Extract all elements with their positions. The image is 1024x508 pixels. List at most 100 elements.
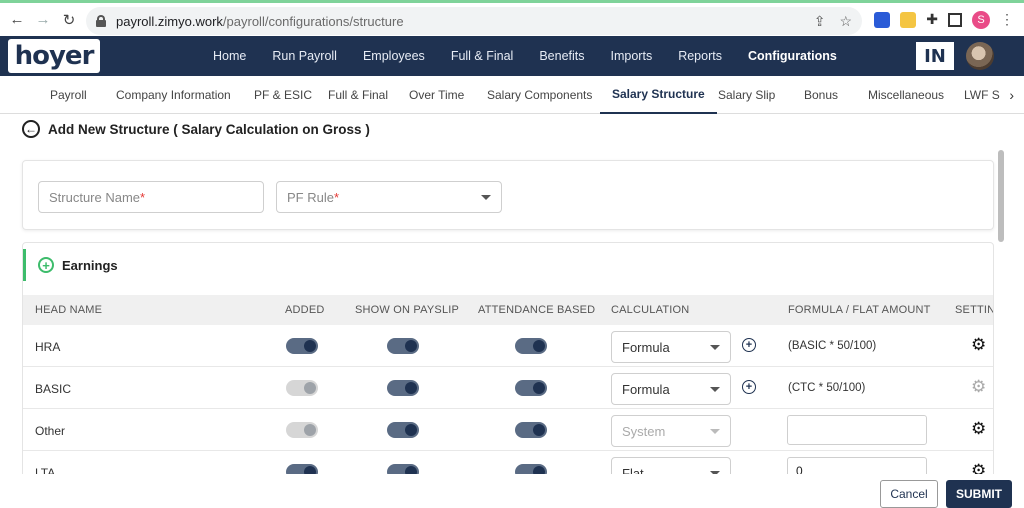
- share-icon[interactable]: ⇪: [814, 13, 826, 30]
- add-formula-icon[interactable]: +: [742, 338, 756, 352]
- tab-pf-esic[interactable]: PF & ESIC: [254, 76, 312, 114]
- toggle-knob: [405, 424, 417, 436]
- show-on-payslip-toggle[interactable]: [387, 380, 419, 396]
- calculation-select[interactable]: Formula: [611, 373, 731, 405]
- calculation-select[interactable]: Formula: [611, 331, 731, 363]
- tab-salary-structure[interactable]: Salary Structure: [600, 76, 717, 114]
- col-head-name: HEAD NAME: [35, 304, 103, 316]
- back-circle-icon[interactable]: ←: [22, 120, 40, 138]
- lock-icon: [96, 15, 106, 27]
- tab-salary-components[interactable]: Salary Components: [487, 76, 592, 114]
- browser-toolbar: ← → ↻ payroll.zimyo.work/payroll/configu…: [0, 0, 1024, 36]
- footer-bar: Cancel SUBMIT: [0, 474, 1024, 508]
- head-name: BASIC: [35, 382, 72, 396]
- country-badge[interactable]: IN: [916, 42, 954, 70]
- table-row: HRA Formula + (BASIC * 50/100) ⚙: [23, 325, 993, 367]
- forward-arrow-icon[interactable]: →: [32, 9, 54, 31]
- tab-lwf[interactable]: LWF S: [964, 76, 1000, 114]
- tab-company-information[interactable]: Company Information: [116, 76, 231, 114]
- extension-icon[interactable]: [900, 11, 917, 28]
- show-on-payslip-toggle[interactable]: [387, 422, 419, 438]
- menu-icon[interactable]: ⋮: [1000, 11, 1014, 28]
- nav-employees[interactable]: Employees: [350, 49, 438, 63]
- reload-icon[interactable]: ↻: [58, 9, 80, 31]
- gear-icon[interactable]: ⚙: [971, 335, 986, 355]
- app-header: hoyer Home Run Payroll Employees Full & …: [0, 36, 1024, 76]
- earnings-title: Earnings: [62, 257, 118, 273]
- toggle-knob: [405, 340, 417, 352]
- tab-bonus[interactable]: Bonus: [804, 76, 838, 114]
- formula-text: (BASIC * 50/100): [788, 340, 877, 352]
- toggle-knob: [405, 382, 417, 394]
- nav-configurations[interactable]: Configurations: [735, 49, 850, 63]
- url-path: /payroll/configurations/structure: [222, 13, 404, 29]
- tab-full-final[interactable]: Full & Final: [328, 76, 388, 114]
- extension-icon[interactable]: [874, 11, 891, 28]
- profile-avatar[interactable]: S: [972, 10, 990, 29]
- scrollbar[interactable]: [998, 150, 1004, 242]
- calculation-value: System: [622, 423, 666, 439]
- structure-name-input[interactable]: Structure Name *: [38, 181, 264, 213]
- head-name: HRA: [35, 340, 61, 354]
- pf-rule-select[interactable]: PF Rule *: [276, 181, 502, 213]
- gear-icon[interactable]: ⚙: [971, 419, 986, 439]
- calculation-value: Formula: [622, 381, 670, 397]
- col-added: ADDED: [285, 304, 325, 316]
- attendance-based-toggle[interactable]: [515, 338, 547, 354]
- tab-over-time[interactable]: Over Time: [409, 76, 464, 114]
- show-on-payslip-toggle[interactable]: [387, 338, 419, 354]
- nav-reports[interactable]: Reports: [665, 49, 735, 63]
- tab-miscellaneous[interactable]: Miscellaneous: [868, 76, 944, 114]
- table-row: Other System ⚙: [23, 409, 993, 451]
- toggle-knob: [304, 424, 316, 436]
- nav-home[interactable]: Home: [200, 49, 259, 63]
- caret-down-icon: [710, 345, 720, 350]
- caret-down-icon: [481, 195, 491, 200]
- added-toggle[interactable]: [286, 380, 318, 396]
- address-bar[interactable]: payroll.zimyo.work/payroll/configuration…: [86, 7, 862, 35]
- attendance-based-toggle[interactable]: [515, 422, 547, 438]
- table-row: BASIC Formula + (CTC * 50/100) ⚙: [23, 367, 993, 409]
- earnings-card: + Earnings HEAD NAME ADDED SHOW ON PAYSL…: [22, 242, 994, 506]
- toggle-knob: [533, 340, 545, 352]
- sub-nav: Payroll Company Information PF & ESIC Fu…: [0, 76, 1024, 114]
- added-toggle[interactable]: [286, 422, 318, 438]
- nav-benefits[interactable]: Benefits: [526, 49, 597, 63]
- star-icon[interactable]: ☆: [839, 13, 852, 30]
- cancel-button[interactable]: Cancel: [880, 480, 938, 508]
- add-formula-icon[interactable]: +: [742, 380, 756, 394]
- page-title-row: ← Add New Structure ( Salary Calculation…: [22, 120, 370, 138]
- structure-form-card: Structure Name * PF Rule *: [22, 160, 994, 230]
- user-avatar[interactable]: [966, 42, 994, 70]
- logo-text: hoyer: [14, 41, 95, 71]
- col-attendance-based: ATTENDANCE BASED: [478, 304, 596, 316]
- table-header: HEAD NAME ADDED SHOW ON PAYSLIP ATTENDAN…: [23, 295, 993, 325]
- logo[interactable]: hoyer: [8, 39, 100, 73]
- gear-icon[interactable]: ⚙: [971, 377, 986, 397]
- url-host: payroll.zimyo.work: [116, 13, 223, 29]
- chevron-right-icon[interactable]: ›: [1009, 87, 1014, 103]
- main-nav: Home Run Payroll Employees Full & Final …: [200, 36, 850, 76]
- calculation-select[interactable]: System: [611, 415, 731, 447]
- nav-full-final[interactable]: Full & Final: [438, 49, 527, 63]
- formula-text: (CTC * 50/100): [788, 382, 866, 394]
- pf-rule-placeholder: PF Rule: [287, 189, 334, 205]
- nav-run-payroll[interactable]: Run Payroll: [259, 49, 350, 63]
- nav-imports[interactable]: Imports: [598, 49, 666, 63]
- formula-input[interactable]: [787, 415, 927, 445]
- toggle-knob: [533, 382, 545, 394]
- toggle-knob: [533, 424, 545, 436]
- puzzle-icon[interactable]: ✚: [926, 11, 938, 28]
- attendance-based-toggle[interactable]: [515, 380, 547, 396]
- sidebar-icon[interactable]: [948, 12, 962, 27]
- added-toggle[interactable]: [286, 338, 318, 354]
- tab-payroll[interactable]: Payroll: [50, 76, 87, 114]
- add-circle-icon[interactable]: +: [38, 257, 54, 273]
- back-arrow-icon[interactable]: ←: [6, 9, 28, 31]
- submit-button[interactable]: SUBMIT: [946, 480, 1012, 508]
- tab-salary-slip[interactable]: Salary Slip: [718, 76, 775, 114]
- toggle-knob: [304, 382, 316, 394]
- structure-name-placeholder: Structure Name: [49, 189, 141, 205]
- required-mark: *: [333, 189, 340, 205]
- col-formula: FORMULA / FLAT AMOUNT: [788, 304, 931, 316]
